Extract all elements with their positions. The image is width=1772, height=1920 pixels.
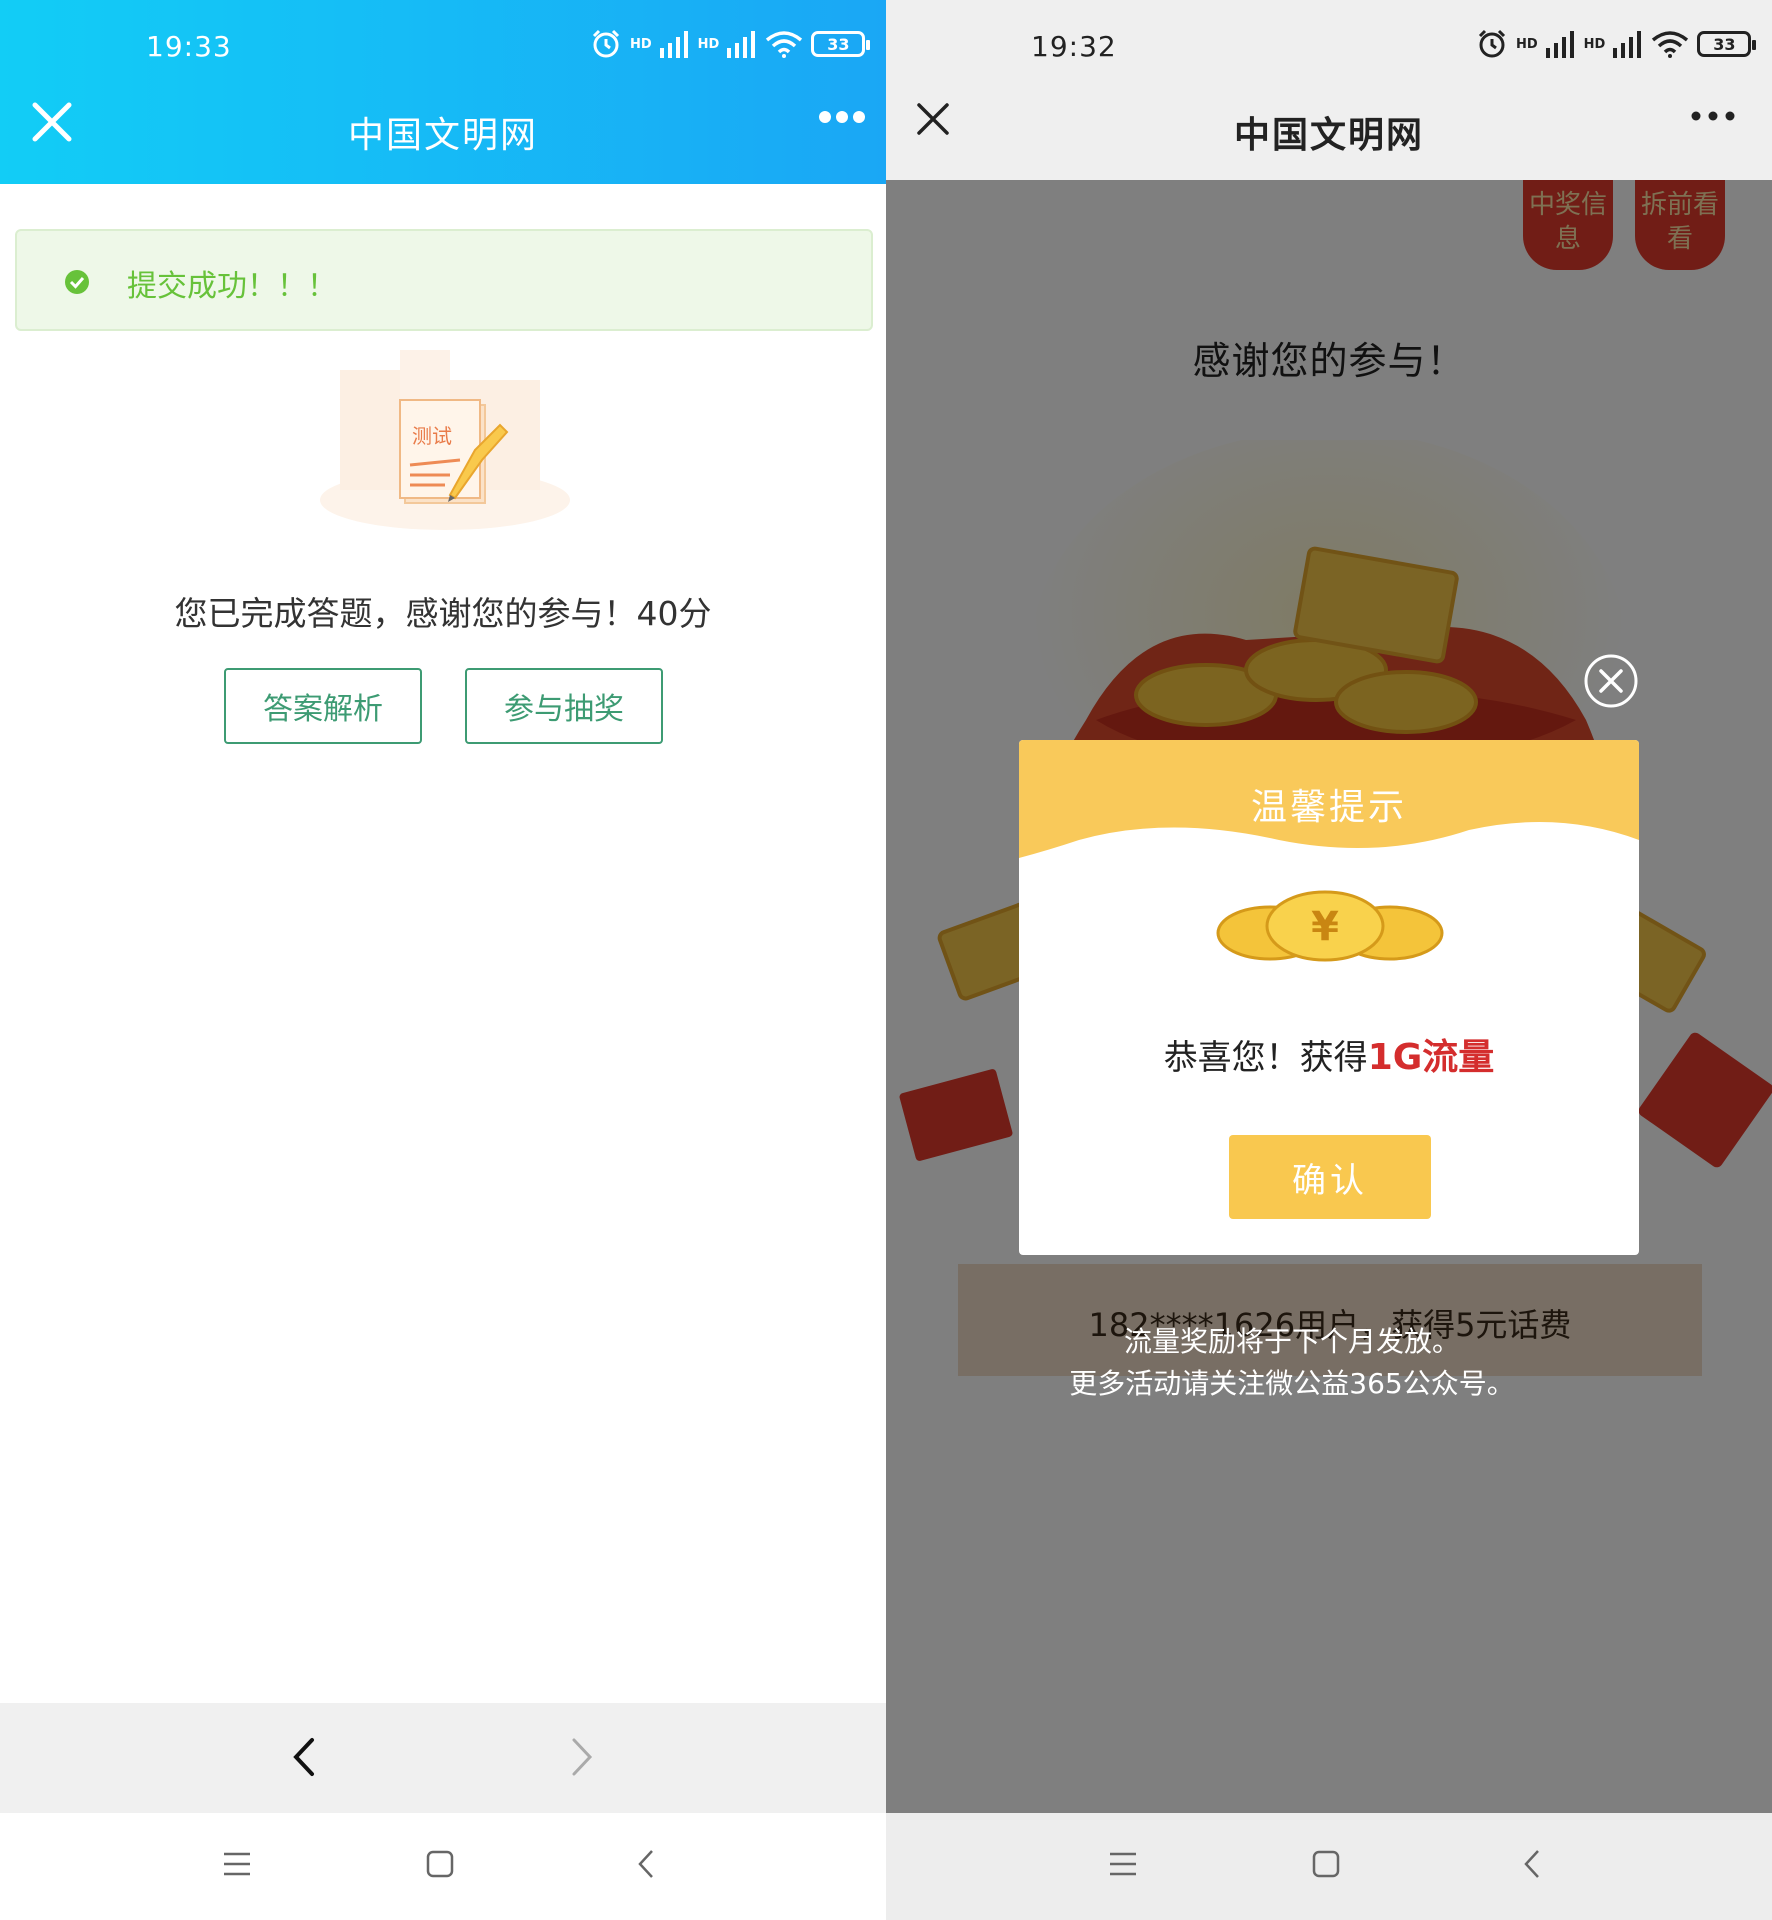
more-icon[interactable]	[1690, 110, 1736, 122]
signal-icon-2: HD	[697, 36, 720, 52]
note-line-2: 更多活动请关注微公益365公众号。	[1069, 1367, 1515, 1400]
left-screen: 19:33 HD HD 33 中国文明网 提交成功！！！ 测试 您已完成答题，感…	[0, 0, 886, 1920]
more-icon[interactable]	[818, 110, 866, 124]
home-icon[interactable]	[1311, 1849, 1341, 1879]
status-time: 19:32	[1031, 30, 1117, 63]
home-icon[interactable]	[425, 1849, 455, 1879]
back-arrow-icon[interactable]	[292, 1737, 316, 1777]
battery-icon: 33	[1697, 31, 1757, 57]
illustration-label: 测试	[412, 424, 452, 448]
dialog-message-prefix: 恭喜您！获得	[1163, 1038, 1368, 1078]
page-title: 中国文明网	[1233, 115, 1424, 156]
note-line-1: 流量奖励将于下个月发放。	[1123, 1325, 1460, 1358]
gold-coins-icon: ¥	[1216, 890, 1444, 962]
alarm-icon	[1478, 29, 1506, 58]
status-time: 19:33	[146, 30, 232, 63]
left-top-bar: 19:33 HD HD 33 中国文明网	[0, 0, 886, 184]
result-text: 您已完成答题，感谢您的参与！40分	[174, 594, 712, 633]
alarm-icon	[592, 29, 620, 58]
menu-icon[interactable]	[222, 1849, 252, 1879]
success-check-icon	[65, 270, 89, 294]
cell-signal-icon	[659, 31, 688, 58]
right-top-bar: 19:32 HD HD 33 中国文明网	[886, 0, 1772, 180]
status-icons: HD HD 33	[590, 28, 871, 60]
cell-signal-icon	[1545, 31, 1574, 58]
wifi-icon	[1652, 31, 1689, 58]
cell-signal-icon-2	[727, 31, 756, 58]
menu-icon[interactable]	[1108, 1849, 1138, 1879]
join-lottery-button[interactable]: 参与抽奖	[465, 668, 663, 744]
right-screen: 19:32 HD HD 33 中国文明网 温馨提示 ¥ 恭喜您！获得1G流量 确…	[886, 0, 1772, 1920]
svg-text:¥: ¥	[1311, 904, 1339, 950]
system-back-icon[interactable]	[632, 1849, 662, 1879]
browser-nav-bar	[0, 1703, 886, 1813]
wifi-icon	[766, 31, 803, 58]
answer-analysis-button[interactable]: 答案解析	[224, 668, 422, 744]
prize-text: 1G流量	[1367, 1037, 1495, 1078]
page-title: 中国文明网	[347, 115, 538, 156]
dialog-title: 温馨提示	[1250, 787, 1407, 828]
forward-arrow-icon[interactable]	[570, 1737, 594, 1777]
success-alert: 提交成功！！！	[15, 229, 873, 331]
dialog-close-icon[interactable]	[1583, 653, 1639, 709]
system-back-icon[interactable]	[1518, 1849, 1548, 1879]
system-nav-bar	[886, 1813, 1772, 1920]
battery-icon: 33	[811, 31, 871, 57]
cell-signal-icon-2	[1613, 31, 1642, 58]
signal-icon-2: HD	[1583, 36, 1606, 52]
reward-dialog: 温馨提示 ¥ 恭喜您！获得1G流量 确认	[1019, 740, 1639, 1255]
success-message: 提交成功！！！	[127, 269, 337, 304]
status-icons: HD HD 33	[1476, 28, 1757, 60]
signal-icon: HD	[630, 36, 652, 52]
system-nav-bar	[0, 1813, 886, 1920]
signal-icon: HD	[1516, 36, 1538, 52]
confirm-button[interactable]: 确认	[1229, 1135, 1431, 1219]
dialog-message: 恭喜您！获得1G流量	[1019, 1028, 1639, 1080]
